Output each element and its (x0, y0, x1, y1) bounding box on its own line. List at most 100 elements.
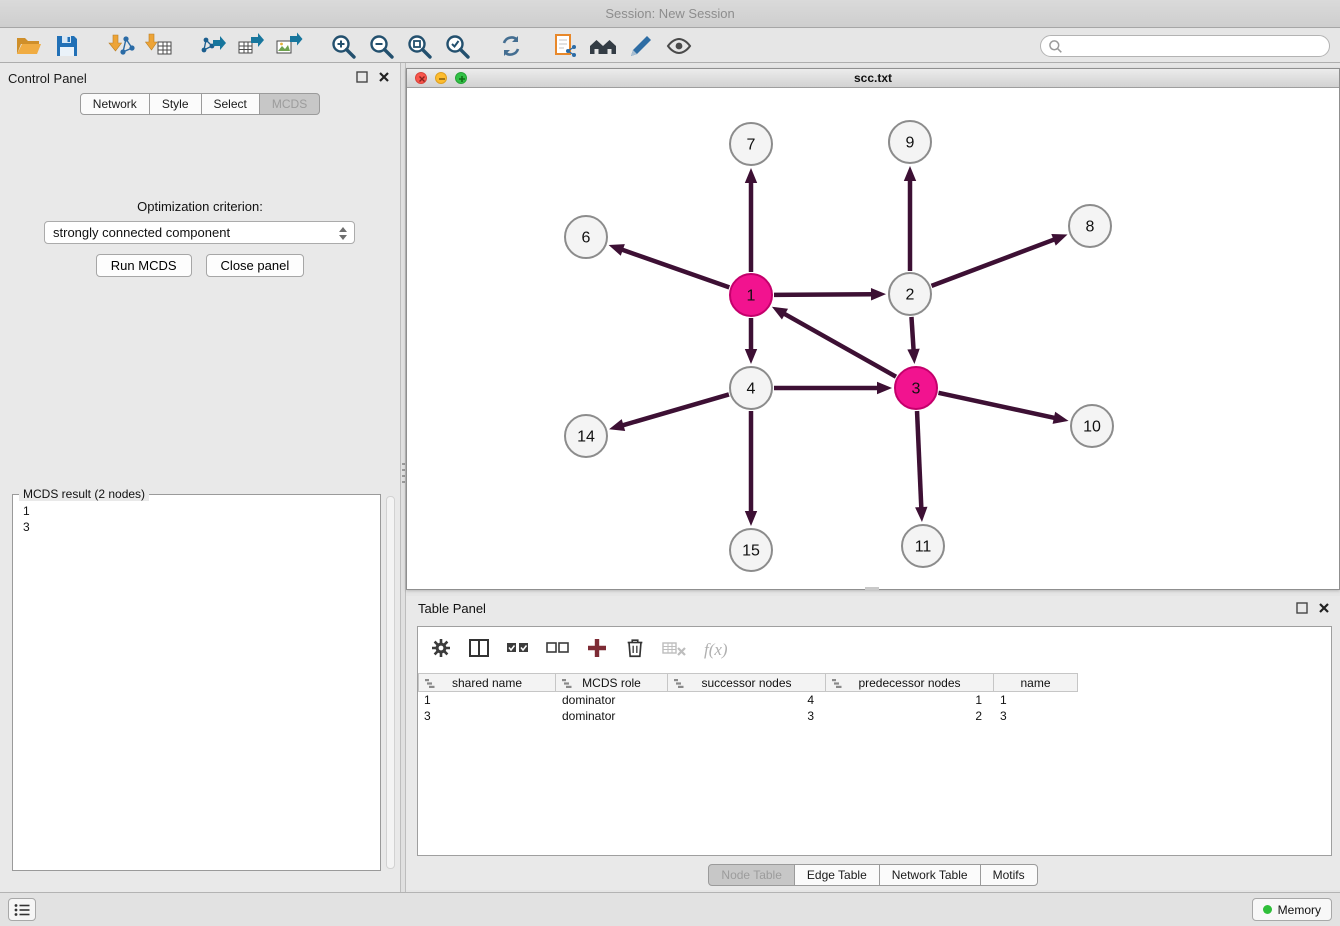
export-table-icon (237, 32, 265, 60)
delete-table-button[interactable] (662, 637, 688, 664)
show-graphics-button[interactable] (660, 30, 698, 62)
float-panel-button[interactable] (356, 70, 368, 88)
table-cell[interactable]: dominator (556, 692, 668, 708)
show-columns-button[interactable] (468, 637, 490, 664)
export-network-button[interactable] (194, 30, 232, 62)
home-view-button[interactable] (584, 30, 622, 62)
create-column-button[interactable] (586, 637, 608, 664)
table-cell[interactable]: 3 (994, 708, 1078, 724)
tab-network-table[interactable]: Network Table (879, 864, 981, 886)
window-minimize-button[interactable] (435, 72, 447, 84)
sort-icon (831, 678, 842, 692)
show-graphics-icon (665, 32, 693, 60)
save-session-button[interactable] (48, 30, 86, 62)
graph-edge-2-8[interactable] (932, 239, 1056, 286)
tab-network[interactable]: Network (80, 93, 150, 115)
select-all-icon (506, 637, 530, 659)
column-header-name[interactable]: name (994, 673, 1078, 692)
table-cell[interactable]: 1 (994, 692, 1078, 708)
open-document-button[interactable] (546, 30, 584, 62)
sort-icon (673, 678, 684, 692)
table-settings-button[interactable] (430, 637, 452, 664)
tab-node-table[interactable]: Node Table (708, 864, 795, 886)
graph-edge-3-10[interactable] (938, 393, 1055, 418)
result-scrollbar[interactable] (386, 496, 395, 869)
search-icon (1048, 39, 1063, 59)
table-cell[interactable]: 4 (668, 692, 826, 708)
column-header-successor-nodes[interactable]: successor nodes (668, 673, 826, 692)
select-all-columns-button[interactable] (506, 637, 530, 664)
window-zoom-button[interactable] (455, 72, 467, 84)
table-cell[interactable]: 3 (418, 708, 556, 724)
graph-node-6[interactable]: 6 (565, 216, 607, 258)
table-cell[interactable]: 3 (668, 708, 826, 724)
table-row[interactable]: 3dominator323 (418, 708, 1331, 724)
search-input[interactable] (1040, 35, 1330, 57)
graph-node-9[interactable]: 9 (889, 121, 931, 163)
graph-edge-1-6[interactable] (621, 249, 729, 287)
graph-node-14[interactable]: 14 (565, 415, 607, 457)
column-header-predecessor-nodes[interactable]: predecessor nodes (826, 673, 994, 692)
zoom-fit-button[interactable] (400, 30, 438, 62)
table-cell[interactable]: 1 (826, 692, 994, 708)
column-header-shared-name[interactable]: shared name (418, 673, 556, 692)
import-table-button[interactable] (140, 30, 178, 62)
float-table-panel-button[interactable] (1296, 601, 1308, 619)
window-close-button[interactable] (415, 72, 427, 84)
table-cell[interactable]: 2 (826, 708, 994, 724)
network-window-titlebar[interactable]: scc.txt (407, 69, 1339, 88)
table-cell[interactable]: 1 (418, 692, 556, 708)
graph-node-10[interactable]: 10 (1071, 405, 1113, 447)
export-table-button[interactable] (232, 30, 270, 62)
table-cell[interactable]: dominator (556, 708, 668, 724)
refresh-icon (497, 32, 525, 60)
mcds-result-list: 1 3 (13, 495, 380, 543)
tab-style[interactable]: Style (149, 93, 202, 115)
export-image-button[interactable] (270, 30, 308, 62)
tab-select[interactable]: Select (201, 93, 260, 115)
run-mcds-button[interactable]: Run MCDS (96, 254, 192, 277)
zoom-selected-button[interactable] (438, 30, 476, 62)
open-folder-icon (15, 32, 43, 60)
network-canvas-svg[interactable]: 7 9 6 8 1 2 4 3 10 14 15 11 (407, 88, 1339, 589)
zoom-in-button[interactable] (324, 30, 362, 62)
delete-columns-button[interactable] (624, 637, 646, 664)
refresh-view-button[interactable] (492, 30, 530, 62)
criterion-select[interactable]: strongly connected component (44, 221, 355, 244)
open-session-button[interactable] (10, 30, 48, 62)
graph-node-11[interactable]: 11 (902, 525, 944, 567)
tab-mcds[interactable]: MCDS (259, 93, 320, 115)
graph-edge-2-3[interactable] (911, 317, 913, 351)
memory-button[interactable]: Memory (1252, 898, 1332, 921)
tab-motifs[interactable]: Motifs (980, 864, 1038, 886)
table-row[interactable]: 1dominator411 (418, 692, 1331, 708)
close-panel-action-button[interactable]: Close panel (206, 254, 305, 277)
graph-node-1[interactable]: 1 (730, 274, 772, 316)
close-table-panel-button[interactable] (1318, 601, 1330, 619)
zoom-out-button[interactable] (362, 30, 400, 62)
task-history-button[interactable] (8, 898, 36, 921)
tab-edge-table[interactable]: Edge Table (794, 864, 880, 886)
graph-edge-arrow (609, 419, 625, 431)
graph-node-7[interactable]: 7 (730, 123, 772, 165)
graph-node-15[interactable]: 15 (730, 529, 772, 571)
gear-icon (430, 637, 452, 659)
window-resize-handle[interactable] (865, 587, 879, 590)
function-builder-button[interactable]: f(x) (704, 640, 728, 660)
network-canvas[interactable]: 7 9 6 8 1 2 4 3 10 14 15 11 (407, 88, 1339, 589)
graph-edge-4-14[interactable] (622, 394, 729, 425)
graph-node-4[interactable]: 4 (730, 367, 772, 409)
graph-edge-1-2[interactable] (774, 294, 873, 295)
graph-edge-3-11[interactable] (917, 411, 921, 509)
graph-node-2[interactable]: 2 (889, 273, 931, 315)
graph-edge-3-1[interactable] (783, 313, 896, 377)
graph-node-3[interactable]: 3 (895, 367, 937, 409)
column-header-mcds-role[interactable]: MCDS role (556, 673, 668, 692)
deselect-all-columns-button[interactable] (546, 637, 570, 664)
graph-node-8[interactable]: 8 (1069, 205, 1111, 247)
close-panel-button[interactable] (378, 70, 390, 88)
import-network-button[interactable] (102, 30, 140, 62)
zoom-selected-icon (443, 32, 471, 60)
memory-label: Memory (1278, 903, 1321, 917)
style-brush-button[interactable] (622, 30, 660, 62)
